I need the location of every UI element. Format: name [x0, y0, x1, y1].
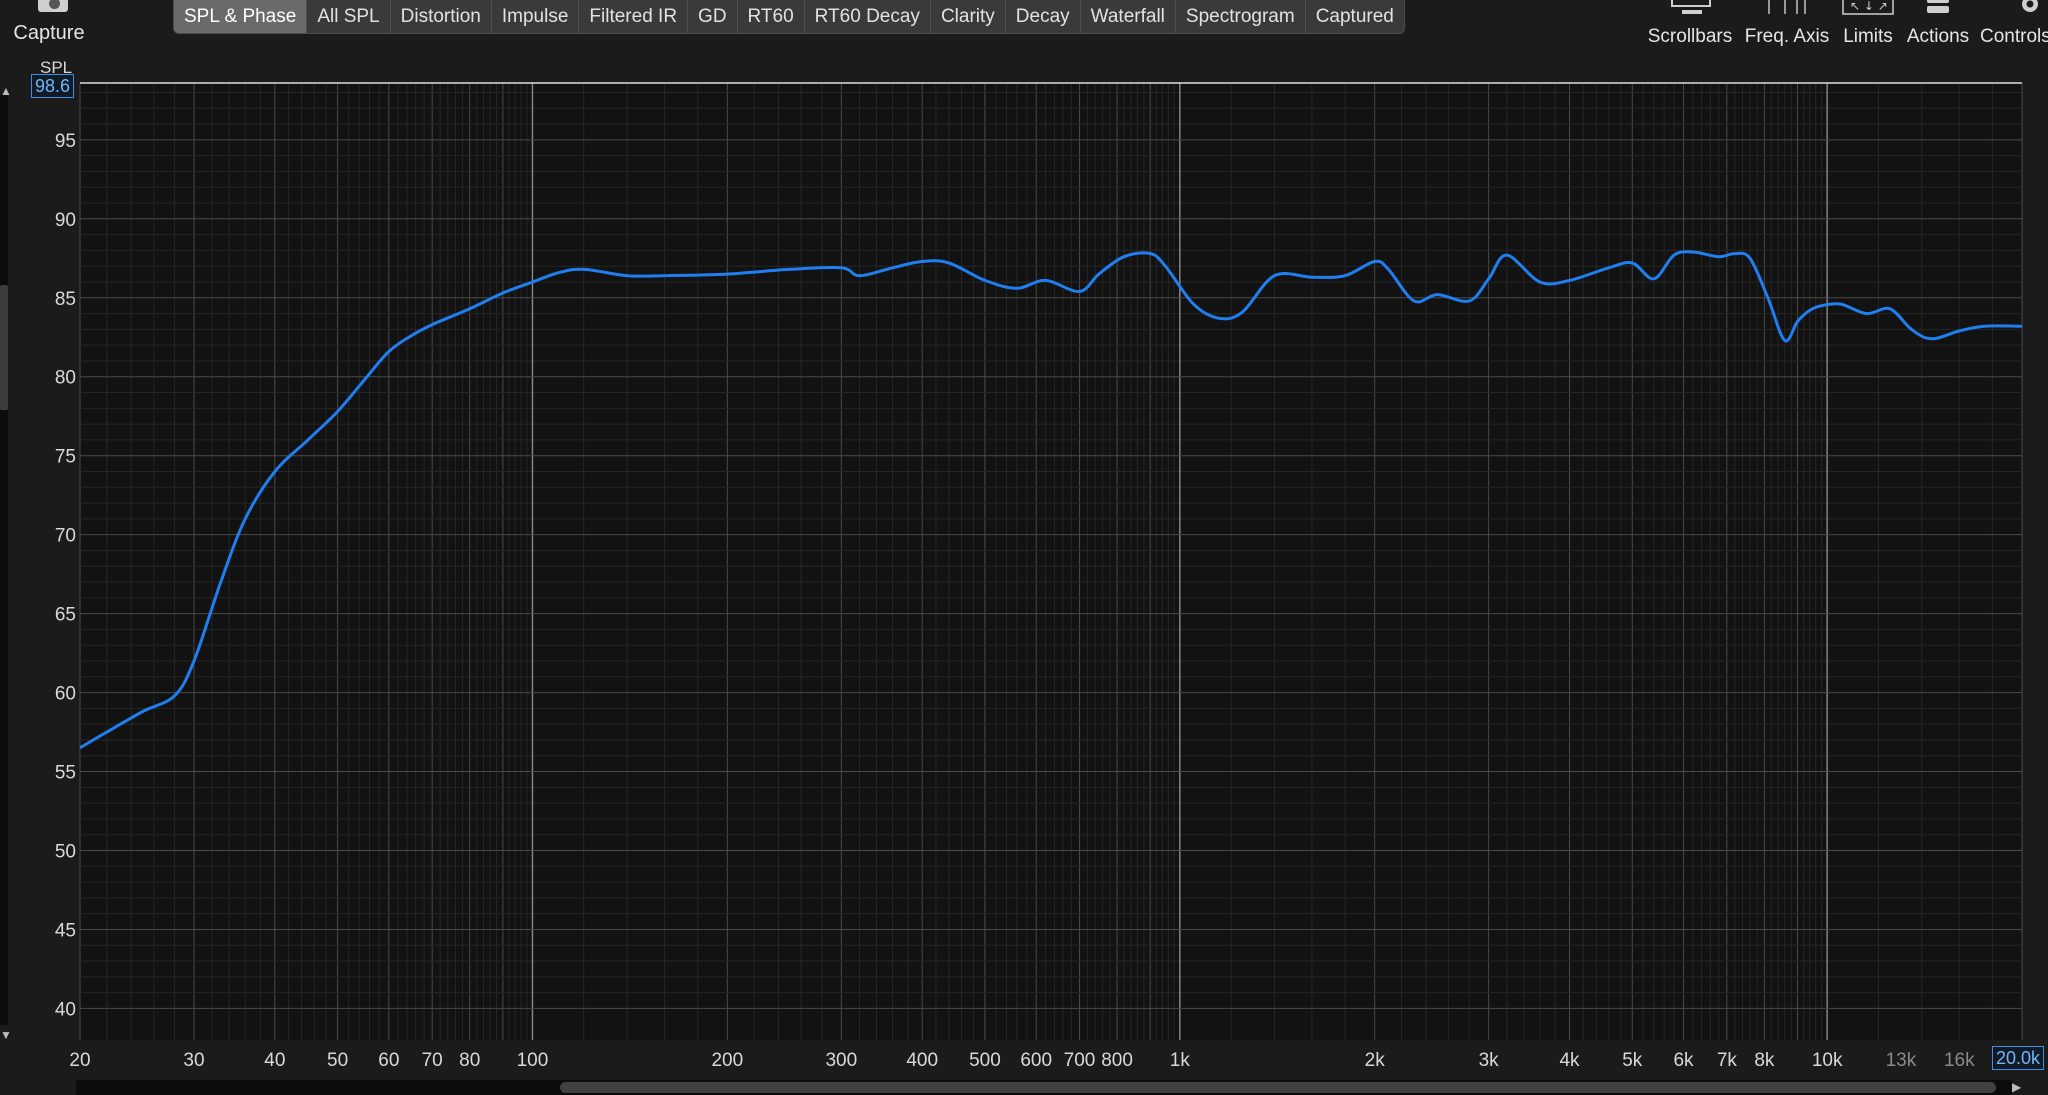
y-tick-label: 85: [55, 289, 76, 310]
x-tick-label: 60: [378, 1050, 399, 1071]
x-tick-label: 70: [422, 1050, 443, 1071]
y-tick-label: 40: [55, 999, 76, 1020]
x-tick-label: 400: [906, 1050, 938, 1071]
x-tick-label: 7k: [1717, 1050, 1738, 1071]
x-tick-label: 800: [1101, 1050, 1133, 1071]
y-tick-label: 95: [55, 131, 76, 152]
x-tick-label: 100: [517, 1050, 549, 1071]
x-tick-label: 30: [183, 1050, 204, 1071]
x-tick-label: 13k: [1886, 1050, 1917, 1071]
app-window: Capture SPL & Phase All SPL Distortion I…: [0, 0, 2048, 1095]
x-tick-label: 5k: [1622, 1050, 1643, 1071]
y-tick-label: 70: [55, 526, 76, 547]
y-tick-label: 75: [55, 447, 76, 468]
plot-area: [80, 83, 2022, 1040]
y-max-value-box[interactable]: 98.6: [31, 74, 75, 98]
y-tick-label: 55: [55, 763, 76, 784]
x-tick-label: 50: [327, 1050, 348, 1071]
scroll-right-arrow[interactable]: ▶: [2012, 1080, 2021, 1094]
x-tick-label: 600: [1020, 1050, 1052, 1071]
horizontal-scrollbar[interactable]: [76, 1080, 2012, 1095]
x-tick-label: 10k: [1812, 1050, 1843, 1071]
x-tick-label: 6k: [1673, 1050, 1694, 1071]
x-tick-label: 16k: [1944, 1050, 1975, 1071]
y-tick-label: 90: [55, 210, 76, 231]
x-tick-label: 700: [1064, 1050, 1096, 1071]
x-tick-label: 20: [69, 1050, 90, 1071]
x-tick-label: 3k: [1479, 1050, 1500, 1071]
spl-graph[interactable]: 95 90 85 80 75 70 65 60 55 50 45 40 20 30 40 50 60 70 80 1…: [0, 0, 2048, 1095]
y-tick-label: 60: [55, 684, 76, 705]
x-tick-label: 4k: [1559, 1050, 1580, 1071]
y-tick-label: 65: [55, 605, 76, 626]
y-tick-label: 50: [55, 841, 76, 862]
x-tick-label: 500: [969, 1050, 1001, 1071]
x-tick-labels: 20 30 40 50 60 70 80 100 200 300 400 500 600 700 800 1k…: [69, 1050, 1975, 1071]
x-tick-label: 1k: [1170, 1050, 1191, 1071]
y-tick-labels: 95 90 85 80 75 70 65 60 55 50 45 40: [55, 131, 76, 1021]
horizontal-scroll-thumb[interactable]: [560, 1082, 1996, 1093]
x-max-value-box[interactable]: 20.0k: [1992, 1046, 2045, 1070]
x-tick-label: 40: [264, 1050, 285, 1071]
x-tick-label: 300: [825, 1050, 857, 1071]
x-tick-label: 8k: [1754, 1050, 1775, 1071]
x-tick-label: 200: [711, 1050, 743, 1071]
y-tick-label: 45: [55, 920, 76, 941]
y-tick-label: 80: [55, 368, 76, 389]
x-tick-label: 2k: [1365, 1050, 1386, 1071]
x-tick-label: 80: [459, 1050, 480, 1071]
